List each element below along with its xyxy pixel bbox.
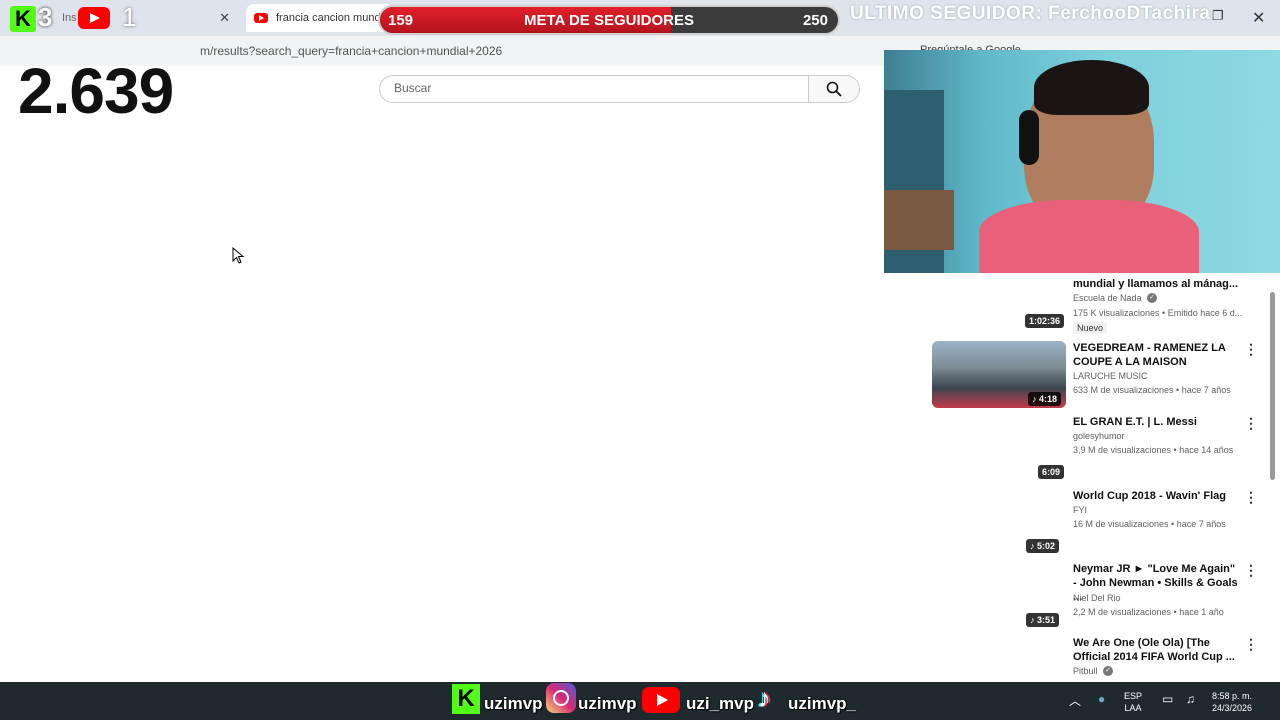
volume-icon[interactable]: ♫ [1186, 692, 1195, 706]
tiktok-icon: ♪ [758, 683, 771, 713]
more-options-icon[interactable]: ⋮ [1244, 489, 1258, 506]
browser-tab-1[interactable]: Ins ✕ [40, 4, 240, 32]
kick-follower-count: 3 [38, 2, 53, 32]
duration-text: 4:18 [1039, 394, 1058, 404]
scrollbar[interactable] [1270, 292, 1275, 480]
video-meta: 2,2 M de visualizaciones • hace 1 año [1073, 607, 1224, 617]
video-channel[interactable]: golesyhumor [1073, 431, 1125, 441]
video-duration: ♪ 3:51 [1026, 613, 1060, 627]
goal-title: META DE SEGUIDORES [523, 12, 695, 29]
youtube-logo-icon [78, 7, 110, 29]
verified-icon: ✓ [1103, 666, 1113, 676]
youtube-subscriber-count: 1 [122, 2, 137, 32]
clock-time: 8:58 p. m. [1212, 691, 1253, 701]
instagram-lens [553, 690, 569, 706]
url-text[interactable]: m/results?search_query=francia+cancion+m… [200, 44, 502, 58]
video-channel[interactable]: Pitbull [1073, 666, 1098, 676]
webcam-furniture [884, 190, 954, 250]
kick-logo: K [10, 6, 36, 32]
kick-handle: uzimvp [484, 694, 543, 713]
video-title[interactable]: EL GRAN E.T. | L. Messi [1073, 415, 1241, 429]
duration-text: 3:51 [1037, 615, 1056, 625]
verified-icon: ✓ [1147, 293, 1157, 303]
webcam-feed [884, 50, 1280, 273]
tray-chevron-icon[interactable]: ︿ [1069, 692, 1081, 709]
more-options-icon[interactable]: ⋮ [1244, 415, 1258, 432]
more-options-icon[interactable]: ⋮ [1244, 341, 1258, 358]
viewer-counter: 2.639 [18, 55, 174, 127]
last-follower-banner: ULTIMO SEGUIDOR: FerchooDTachira [850, 3, 1211, 24]
instagram-icon [546, 683, 576, 713]
close-tab-icon[interactable]: ✕ [219, 10, 230, 26]
headphones-icon [1019, 110, 1039, 165]
search-box [379, 75, 808, 103]
keyboard-layout: LAA [1124, 703, 1142, 713]
video-title[interactable]: World Cup 2018 - Wavin' Flag [1073, 489, 1241, 503]
video-meta: 16 M de visualizaciones • hace 7 años [1073, 519, 1226, 529]
duration-text: 5:02 [1037, 541, 1056, 551]
search-icon [826, 81, 842, 97]
youtube-favicon-icon [254, 13, 268, 23]
video-channel[interactable]: FYI [1073, 505, 1087, 515]
video-meta: 633 M de visualizaciones • hace 7 años [1073, 385, 1231, 395]
close-window-icon[interactable]: ✕ [1252, 8, 1265, 28]
more-options-icon[interactable]: ⋮ [1244, 636, 1258, 653]
language-code: ESP [1124, 691, 1143, 701]
follower-goal-bar: META DE SEGUIDORES 159 250 [378, 5, 840, 35]
browser-tab-active[interactable]: francia cancion mundial [246, 4, 394, 32]
search-button[interactable] [808, 75, 860, 103]
search-input[interactable] [392, 80, 796, 96]
video-meta: 175 K visualizaciones • Emitido hace 6 d… [1073, 308, 1243, 318]
video-channel[interactable]: Niel Del Rio [1073, 593, 1121, 603]
more-options-icon[interactable]: ⋮ [1244, 562, 1258, 579]
play-icon [657, 694, 668, 706]
microphone-icon[interactable]: ● [1098, 692, 1105, 706]
new-badge: Nuevo [1073, 322, 1108, 334]
video-title[interactable]: VEGEDREAM - RAMENEZ LA COUPE A LA MAISON [1073, 341, 1241, 369]
network-icon[interactable]: ▭ [1162, 692, 1173, 706]
clock[interactable]: 8:58 p. m. 24/3/2026 [1212, 690, 1252, 714]
video-channel[interactable]: Escuela de Nada [1073, 293, 1142, 303]
video-channel[interactable]: LARUCHE MUSIC [1073, 371, 1148, 381]
tab1-label: Ins [62, 12, 77, 24]
tab2-label: francia cancion mundial [276, 12, 392, 24]
language-indicator[interactable]: ESP LAA [1124, 690, 1142, 714]
goal-current: 159 [388, 12, 414, 29]
kick-taskbar-logo: K [452, 684, 480, 714]
video-title[interactable]: We Are One (Ole Ola) [The Official 2014 … [1073, 636, 1241, 664]
mouse-cursor-icon [232, 247, 245, 264]
tiktok-handle: uzimvp_ [788, 694, 857, 713]
taskbar [0, 682, 1280, 720]
youtube-taskbar-icon [642, 687, 680, 713]
clock-date: 24/3/2026 [1212, 703, 1253, 713]
video-duration: 1:02:36 [1025, 314, 1065, 328]
webcam-person-shirt [979, 200, 1199, 273]
video-meta: 3,9 M de visualizaciones • hace 14 años [1073, 445, 1234, 455]
goal-target: 250 [802, 12, 828, 29]
youtube-handle: uzi_mvp [686, 694, 755, 713]
video-duration: ♪ 5:02 [1026, 539, 1060, 553]
restore-window-icon[interactable]: ❐ [1212, 8, 1224, 24]
instagram-handle: uzimvp [578, 694, 637, 713]
video-title[interactable]: mundial y llamamos al mánag... [1073, 277, 1241, 291]
webcam-person-hair [1034, 60, 1149, 115]
video-duration: ♪ 4:18 [1028, 392, 1062, 406]
video-duration: 6:09 [1038, 465, 1065, 479]
